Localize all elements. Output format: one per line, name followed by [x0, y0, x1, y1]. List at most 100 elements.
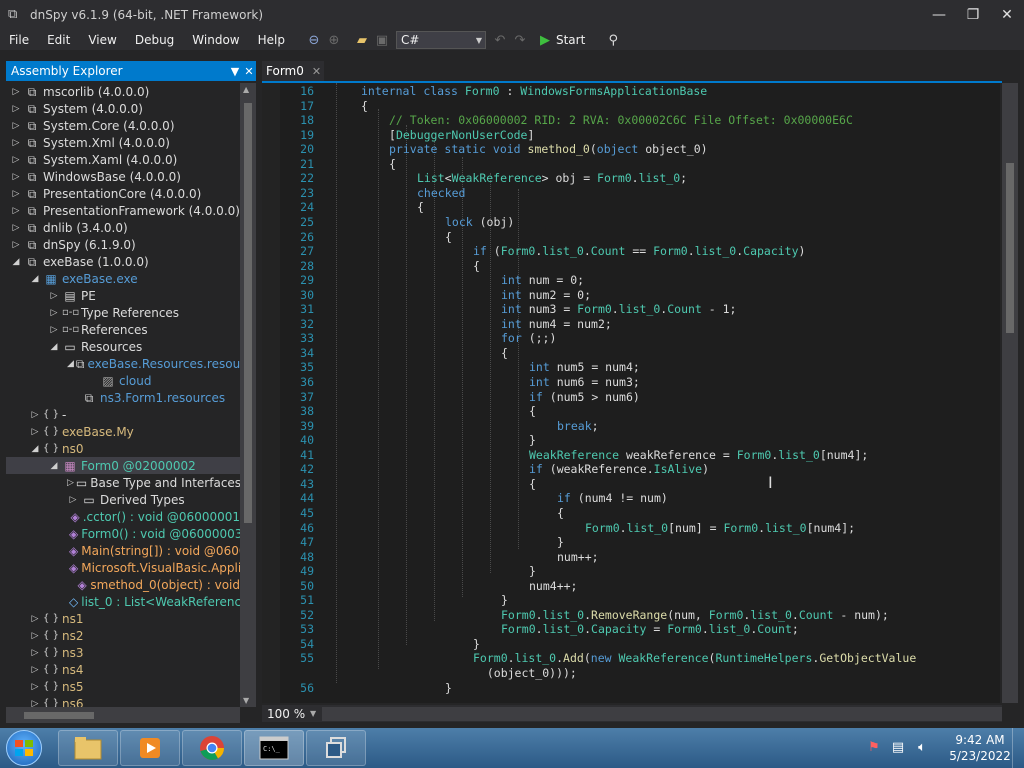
close-icon[interactable]: ✕: [242, 65, 256, 78]
code-line[interactable]: 41 WeakReference weakReference = Form0.li…: [262, 448, 1000, 462]
code-line[interactable]: 26 {: [262, 230, 1000, 244]
clock-date[interactable]: 5/23/2022: [944, 749, 1016, 763]
collapsed-arrow-icon[interactable]: ▷: [48, 308, 60, 318]
tree-item[interactable]: ▷{ } ns6: [6, 695, 240, 708]
tree-item[interactable]: ▷ ⧉ System.Xaml (4.0.0.0): [6, 151, 240, 168]
tree-item[interactable]: ◈ Form0() : void @06000003: [6, 525, 240, 542]
tree-item[interactable]: ⧉ ns3.Form1.resources: [6, 389, 240, 406]
expanded-arrow-icon[interactable]: ◢: [48, 342, 60, 352]
collapsed-arrow-icon[interactable]: ▷: [67, 478, 74, 488]
code-line[interactable]: 32 int num4 = num2;: [262, 317, 1000, 331]
code-line[interactable]: 40}: [262, 433, 1000, 447]
code-line[interactable]: 16 internal class Form0 : WindowsFormsApp…: [262, 84, 1000, 98]
expanded-arrow-icon[interactable]: ◢: [10, 257, 22, 267]
menu-view[interactable]: View: [79, 30, 125, 50]
volume-icon[interactable]: 🔈︎: [914, 740, 930, 756]
dropdown-icon[interactable]: ▼: [228, 65, 242, 78]
maximize-button[interactable]: ❐: [956, 0, 990, 30]
tree-item[interactable]: ▷ ⧉ mscorlib (4.0.0.0): [6, 83, 240, 100]
code-line[interactable]: 38 {: [262, 404, 1000, 418]
code-line[interactable]: 27 if (Form0.list_0.Count == Form0.list_0…: [262, 244, 1000, 258]
taskbar-chrome[interactable]: [182, 730, 242, 766]
network-icon[interactable]: ▤: [890, 740, 906, 756]
tree-item[interactable]: ◈ smethod_0(object) : void: [6, 576, 241, 593]
tree-item[interactable]: ▷ ⧉ System.Core (4.0.0.0): [6, 117, 240, 134]
code-line[interactable]: 39 break;: [262, 419, 1000, 433]
collapsed-arrow-icon[interactable]: ▷: [48, 325, 60, 335]
expanded-arrow-icon[interactable]: ◢: [29, 444, 41, 454]
tree-item[interactable]: ▷ ⧉ PresentationFramework (4.0.0.0): [6, 202, 240, 219]
collapsed-arrow-icon[interactable]: ▷: [10, 87, 22, 97]
navigate-back-icon[interactable]: ⊖: [304, 30, 324, 50]
taskbar-media-player[interactable]: [120, 730, 180, 766]
tree-item[interactable]: ▷ ⧉ WindowsBase (4.0.0.0): [6, 168, 240, 185]
menu-edit[interactable]: Edit: [38, 30, 79, 50]
collapsed-arrow-icon[interactable]: ▷: [10, 223, 22, 233]
tree-item[interactable]: ▷{ } ns4: [6, 661, 240, 678]
expanded-arrow-icon[interactable]: ◢: [48, 461, 60, 471]
tree-item[interactable]: ◈Main(string[]) : void @06000004: [6, 542, 240, 559]
menu-window[interactable]: Window: [183, 30, 248, 50]
taskbar-explorer[interactable]: [58, 730, 118, 766]
code-line[interactable]: 46 Form0.list_0[num] = Form0.list_0[num4]…: [262, 521, 1000, 535]
code-line[interactable]: 20 private static void smethod_0(object o…: [262, 142, 1000, 156]
collapsed-arrow-icon[interactable]: ▷: [10, 172, 22, 182]
tree-item[interactable]: ▷ ▫-▫ References: [6, 321, 240, 338]
tree-item[interactable]: ▷ ⧉ PresentationCore (4.0.0.0): [6, 185, 240, 202]
tree-item[interactable]: ◢ ▦ Form0 @02000002: [6, 457, 240, 474]
code-line[interactable]: 53 Form0.list_0.Capacity = Form0.list_0.C…: [262, 622, 1000, 636]
tree-item[interactable]: ▷ ⧉ dnSpy (6.1.9.0): [6, 236, 240, 253]
show-desktop-button[interactable]: [1012, 728, 1024, 768]
code-line[interactable]: 35 int num5 = num4;: [262, 360, 1000, 374]
collapsed-arrow-icon[interactable]: ▷: [29, 699, 41, 708]
tree-item[interactable]: ▷ ⧉ System (4.0.0.0): [6, 100, 240, 117]
code-vertical-scrollbar[interactable]: [1002, 83, 1018, 703]
tree-item[interactable]: ◢ ▭ Resources: [6, 338, 240, 355]
close-tab-icon[interactable]: ✕: [312, 65, 321, 78]
tree-item[interactable]: ▷{ } ns3: [6, 644, 240, 661]
taskbar-cmd[interactable]: C:\_: [244, 730, 304, 766]
code-line[interactable]: 43 {: [262, 477, 1000, 491]
tree-item[interactable]: ◢{ } ns0: [6, 440, 240, 457]
tree-item[interactable]: ▷{ } ns2: [6, 627, 240, 644]
collapsed-arrow-icon[interactable]: ▷: [10, 189, 22, 199]
collapsed-arrow-icon[interactable]: ▷: [10, 240, 22, 250]
minimize-button[interactable]: —: [922, 0, 956, 30]
save-icon[interactable]: ▣: [372, 30, 392, 50]
code-line[interactable]: 44 if (num4 != num): [262, 491, 1000, 505]
scroll-down-icon[interactable]: ▼: [243, 696, 249, 705]
action-center-flag-icon[interactable]: ⚑: [866, 740, 882, 756]
code-line[interactable]: 22 List<WeakReference> obj = Form0.list_0…: [262, 171, 1000, 185]
redo-icon[interactable]: ↷: [510, 30, 530, 50]
code-line[interactable]: 52 Form0.list_0.RemoveRange(num, Form0.li…: [262, 608, 1000, 622]
code-line[interactable]: 24 {: [262, 200, 1000, 214]
code-line[interactable]: 47}: [262, 535, 1000, 549]
tree-item[interactable]: ▷ ⧉ System.Xml (4.0.0.0): [6, 134, 240, 151]
code-line[interactable]: 34 {: [262, 346, 1000, 360]
code-line[interactable]: 56}: [262, 681, 1000, 695]
tree-item[interactable]: ▨ cloud: [6, 372, 240, 389]
code-line[interactable]: 25 lock (obj): [262, 215, 1000, 229]
collapsed-arrow-icon[interactable]: ▷: [10, 155, 22, 165]
language-select[interactable]: C# ▼: [395, 31, 486, 49]
collapsed-arrow-icon[interactable]: ▷: [10, 138, 22, 148]
search-icon[interactable]: ⚲: [603, 30, 623, 50]
collapsed-arrow-icon[interactable]: ▷: [10, 121, 22, 131]
tree-item[interactable]: ◈Microsoft.VisualBasic.ApplicationServic…: [6, 559, 240, 576]
code-line[interactable]: 18 // Token: 0x06000002 RID: 2 RVA: 0x000…: [262, 113, 1000, 127]
scrollbar-thumb[interactable]: [1006, 163, 1014, 333]
tree-horizontal-scrollbar[interactable]: [6, 707, 240, 723]
chevron-down-icon[interactable]: ▼: [310, 709, 322, 718]
close-button[interactable]: ✕: [990, 0, 1024, 30]
code-line[interactable]: 49}: [262, 564, 1000, 578]
code-line[interactable]: 28 {: [262, 259, 1000, 273]
code-line[interactable]: 54}: [262, 637, 1000, 651]
collapsed-arrow-icon[interactable]: ▷: [29, 631, 41, 641]
expanded-arrow-icon[interactable]: ◢: [67, 359, 74, 369]
tab-form0[interactable]: Form0 ✕: [262, 61, 324, 81]
code-line[interactable]: 45 {: [262, 506, 1000, 520]
tree-item[interactable]: ◢ ⧉ exeBase (1.0.0.0): [6, 253, 240, 270]
tree-item[interactable]: ▷{ } -: [6, 406, 240, 423]
collapsed-arrow-icon[interactable]: ▷: [29, 648, 41, 658]
code-line[interactable]: 36 int num6 = num3;: [262, 375, 1000, 389]
